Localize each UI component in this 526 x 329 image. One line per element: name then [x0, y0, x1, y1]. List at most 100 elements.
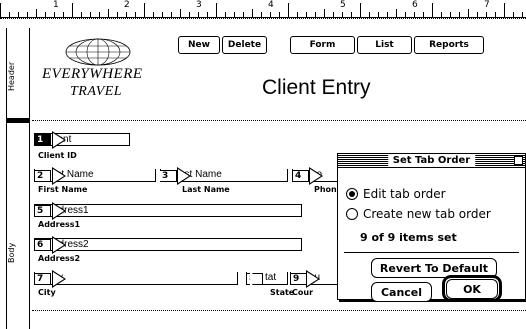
- tab-order-arrow-icon: [52, 270, 66, 288]
- ruler-tick: [306, 12, 307, 17]
- logo-line-2: TRAVEL: [70, 84, 123, 99]
- ruler-tick: [495, 12, 496, 17]
- ruler-tick: [261, 12, 262, 17]
- ruler-tick: [0, 3, 1, 17]
- address1-field[interactable]: ddress1: [34, 204, 302, 217]
- ruler-number: 1: [53, 0, 59, 10]
- tab-order-arrow-icon: [306, 270, 320, 288]
- part-boundary-handle[interactable]: [6, 118, 30, 123]
- ruler-tick: [486, 12, 487, 17]
- ruler-number: 4: [268, 0, 274, 10]
- ruler-tick: [369, 12, 370, 17]
- field-label: State: [270, 288, 295, 297]
- radio-selected-icon[interactable]: [346, 188, 358, 200]
- ruler-tick: [378, 12, 379, 17]
- ruler-tick: [144, 3, 145, 17]
- header-boundary-line: [32, 120, 526, 121]
- ruler-tick: [27, 12, 28, 17]
- field-label: Last Name: [182, 185, 230, 194]
- ruler-tick: [324, 9, 325, 17]
- ruler-tick: [450, 12, 451, 17]
- items-set-status: 9 of 9 items set: [360, 231, 457, 244]
- ruler-tick: [45, 12, 46, 17]
- field-label: First Name: [38, 185, 88, 194]
- ruler-tick: [54, 12, 55, 17]
- horizontal-ruler: 1 2 3 4 5 6 7: [0, 0, 526, 18]
- field-label: Address1: [38, 220, 81, 229]
- tab-order-badge[interactable]: 4: [292, 170, 309, 182]
- ruler-tick: [315, 12, 316, 17]
- ruler-tick: [36, 9, 37, 17]
- new-button[interactable]: New: [178, 36, 220, 54]
- dialog-title-bar[interactable]: Set Tab Order: [338, 154, 525, 168]
- cancel-button[interactable]: Cancel: [371, 282, 432, 302]
- ruler-tick: [252, 9, 253, 17]
- ruler-number: 7: [484, 0, 490, 10]
- ruler-tick: [189, 12, 190, 17]
- ruler-tick: [108, 9, 109, 17]
- reports-button[interactable]: Reports: [414, 36, 484, 54]
- ruler-tick: [90, 12, 91, 17]
- field-label: Phon: [314, 185, 337, 194]
- ruler-tick: [198, 12, 199, 17]
- tab-order-badge[interactable]: 6: [34, 239, 51, 251]
- tab-order-badge[interactable]: 1: [34, 134, 51, 146]
- layout-top-line: [0, 18, 526, 19]
- ruler-tick: [9, 12, 10, 17]
- field-label: Client ID: [38, 151, 77, 160]
- ruler-tick: [153, 12, 154, 17]
- ruler-tick: [414, 12, 415, 17]
- body-boundary-line: [32, 310, 526, 311]
- ruler-number: 3: [196, 0, 202, 10]
- address2-field[interactable]: ddress2: [34, 238, 302, 251]
- radio-create-new-tab-order[interactable]: Create new tab order: [346, 207, 491, 221]
- radio-label: Create new tab order: [363, 207, 491, 221]
- ruler-tick: [117, 12, 118, 17]
- ruler-tick: [297, 12, 298, 17]
- tab-order-badge[interactable]: 5: [34, 205, 51, 217]
- body-part-label[interactable]: Body: [7, 238, 29, 268]
- ruler-tick: [432, 3, 433, 17]
- ok-button[interactable]: OK: [446, 279, 498, 299]
- ruler-tick: [468, 9, 469, 17]
- ruler-tick: [243, 12, 244, 17]
- tab-order-arrow-icon: [52, 202, 66, 220]
- field-label: Cour: [292, 288, 314, 297]
- tab-order-badge[interactable]: 3: [160, 170, 177, 182]
- ruler-tick: [387, 12, 388, 17]
- ruler-tick: [72, 3, 73, 17]
- ruler-tick: [405, 12, 406, 17]
- ruler-tick: [522, 12, 523, 17]
- logo-line-1: EVERYWHERE: [42, 66, 143, 82]
- ruler-number: 2: [124, 0, 130, 10]
- tab-order-badge[interactable]: 9: [290, 273, 307, 285]
- tab-order-arrow-icon: [52, 167, 66, 185]
- list-button[interactable]: List: [357, 36, 412, 54]
- ruler-tick: [216, 3, 217, 17]
- ruler-tick: [477, 12, 478, 17]
- radio-unselected-icon[interactable]: [346, 208, 358, 220]
- ruler-tick: [63, 12, 64, 17]
- ruler-tick: [99, 12, 100, 17]
- ruler-tick: [270, 12, 271, 17]
- zoom-box-icon[interactable]: [514, 156, 523, 165]
- radio-edit-tab-order[interactable]: Edit tab order: [346, 187, 446, 201]
- header-part-label[interactable]: Header: [7, 56, 29, 96]
- ruler-tick: [333, 12, 334, 17]
- ruler-tick: [360, 3, 361, 17]
- ruler-tick: [279, 12, 280, 17]
- tab-order-badge[interactable]: 7: [34, 273, 51, 285]
- radio-label: Edit tab order: [363, 187, 446, 201]
- field-label: City: [38, 288, 56, 297]
- dialog-title: Set Tab Order: [387, 154, 476, 167]
- dialog-divider: [344, 252, 519, 253]
- delete-button[interactable]: Delete: [222, 36, 267, 54]
- field-placeholder-text: tat: [265, 272, 277, 283]
- ruler-number: 5: [340, 0, 346, 10]
- tab-order-arrow-icon: [52, 131, 66, 149]
- ruler-tick: [288, 3, 289, 17]
- tab-order-badge[interactable]: 2: [34, 170, 51, 182]
- form-button[interactable]: Form: [290, 36, 355, 54]
- tab-order-arrow-icon: [309, 167, 323, 185]
- ruler-tick: [396, 9, 397, 17]
